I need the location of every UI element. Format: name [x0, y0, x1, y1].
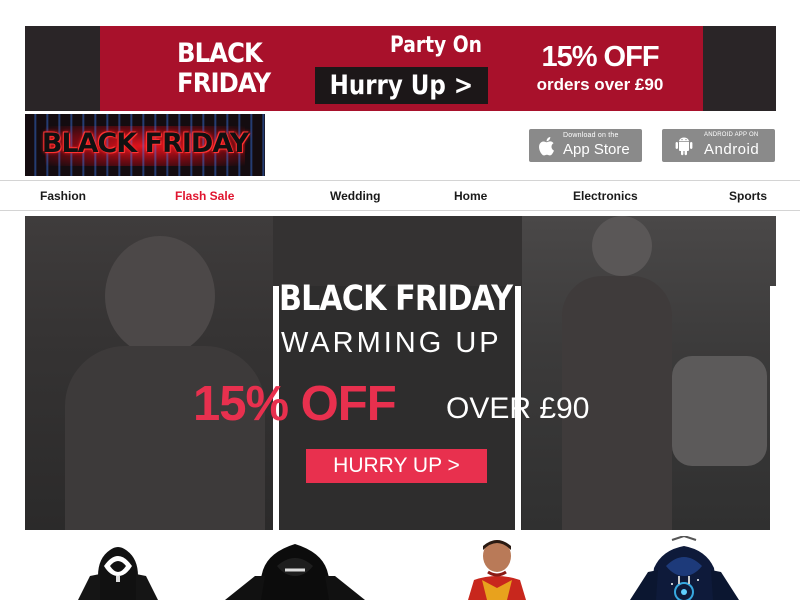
hero-banner[interactable]: BLACK FRIDAY WARMING UP 15% OFF OVER £90… — [25, 216, 776, 530]
android-label: Android — [704, 141, 760, 158]
nav-item-fashion[interactable]: Fashion — [40, 189, 86, 203]
hoodie-image — [630, 536, 739, 600]
hoodie-image — [468, 540, 526, 600]
nav-item-electronics[interactable]: Electronics — [573, 189, 638, 203]
hero-divider-edge — [770, 286, 776, 530]
promo-condition: orders over £90 — [536, 75, 664, 94]
hero-discount: 15% OFF — [193, 377, 397, 431]
main-nav: Fashion Flash Sale Wedding Home Electron… — [0, 180, 800, 211]
android-badge[interactable]: ANDROID APP ON Android — [662, 129, 775, 162]
hero-top-middle — [273, 216, 522, 286]
product-thumbnail[interactable] — [225, 536, 365, 600]
android-small-text: ANDROID APP ON — [704, 132, 759, 138]
nav-item-flash-sale[interactable]: Flash Sale — [175, 189, 234, 203]
hero-condition: OVER £90 — [446, 392, 590, 425]
app-store-label: App Store — [563, 141, 630, 158]
logo-text: BLACK FRIDAY — [41, 128, 249, 159]
hero-title: BLACK FRIDAY — [279, 279, 513, 319]
app-store-badge[interactable]: Download on the App Store — [529, 129, 642, 162]
nav-item-sports[interactable]: Sports — [729, 189, 767, 203]
product-row — [0, 536, 800, 600]
hero-hurry-up-button[interactable]: HURRY UP > — [306, 449, 487, 483]
hero-left-photo — [25, 216, 273, 530]
promo-black-friday-title: BLACK FRIDAY — [177, 38, 271, 99]
product-thumbnail[interactable] — [68, 536, 168, 600]
app-store-small-text: Download on the — [563, 132, 619, 139]
hero-subtitle: WARMING UP — [281, 327, 502, 359]
promo-party-title: Party On — [390, 33, 482, 58]
android-icon — [675, 137, 693, 156]
hoodie-image — [225, 544, 365, 600]
promo-hurry-button[interactable]: Hurry Up > — [315, 67, 488, 104]
site-logo[interactable]: BLACK FRIDAY — [25, 114, 265, 176]
promo-discount: 15% OFF — [541, 41, 659, 73]
promo-banner[interactable]: BLACK FRIDAY Party On Hurry Up > 15% OFF… — [25, 26, 776, 111]
product-thumbnail[interactable] — [622, 536, 747, 600]
nav-item-home[interactable]: Home — [454, 189, 487, 203]
apple-icon — [539, 137, 554, 156]
hero-right-photo — [522, 216, 776, 530]
nav-item-wedding[interactable]: Wedding — [330, 189, 380, 203]
hoodie-image — [78, 547, 158, 600]
product-thumbnail[interactable] — [462, 536, 532, 600]
